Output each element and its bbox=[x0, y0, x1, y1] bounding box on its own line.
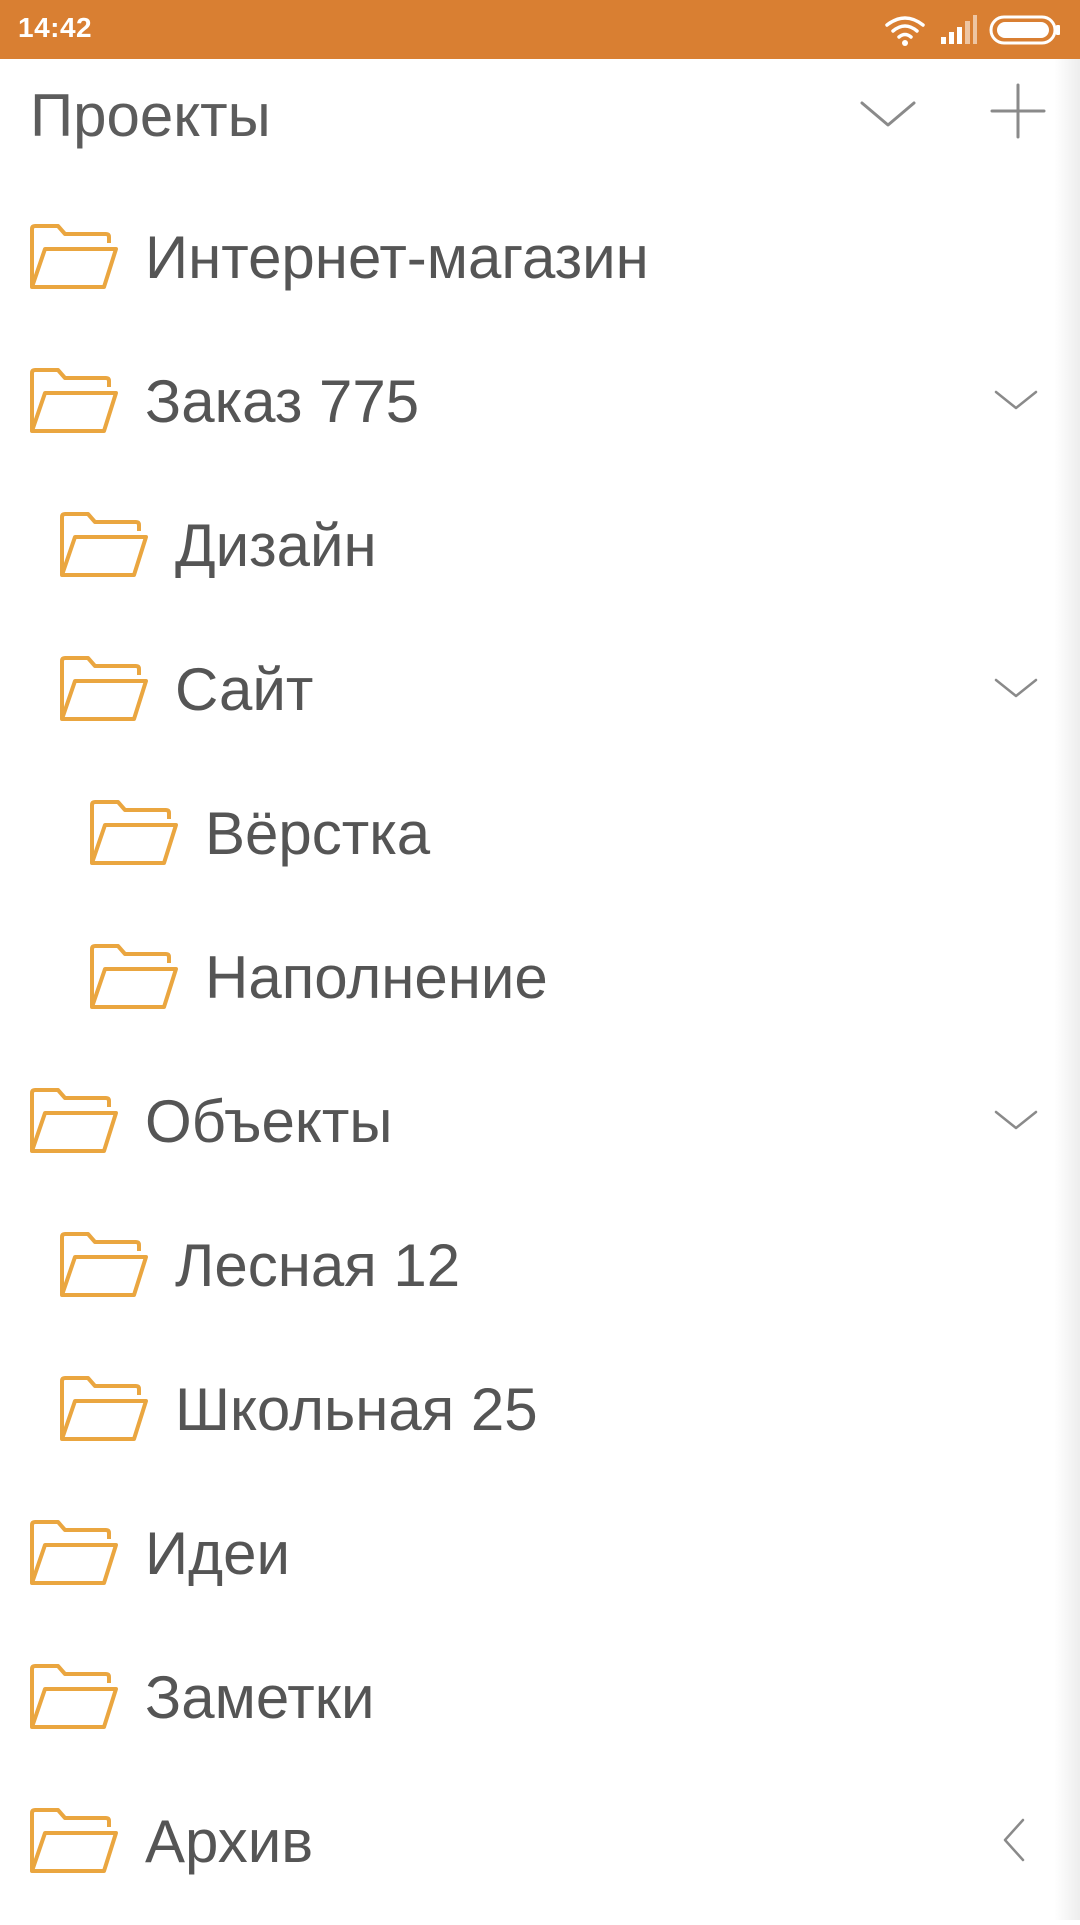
folder-label: Сайт bbox=[175, 656, 314, 723]
folder-icon bbox=[28, 1663, 118, 1731]
status-bar: 14:42 bbox=[0, 0, 1080, 59]
folder-label: Дизайн bbox=[175, 512, 377, 579]
drawer-header: Проекты bbox=[0, 59, 1080, 169]
folder-label: Заметки bbox=[145, 1664, 375, 1731]
folder-item[interactable]: Вёрстка bbox=[0, 773, 1080, 917]
folder-label: Идеи bbox=[145, 1520, 291, 1587]
folder-label: Школьная 25 bbox=[175, 1376, 538, 1443]
folder-label: Интернет-магазин bbox=[145, 224, 649, 291]
folder-item[interactable]: Наполнение bbox=[0, 917, 1080, 1061]
folder-item[interactable]: Заметки bbox=[0, 1637, 1080, 1781]
folder-icon bbox=[28, 367, 118, 435]
projects-drawer: Проекты Интернет-магазин Заказ 775 Дизайн С… bbox=[0, 59, 1080, 1920]
folder-label: Наполнение bbox=[205, 944, 548, 1011]
folder-icon bbox=[58, 655, 148, 723]
chevron-left-icon[interactable] bbox=[993, 1817, 1039, 1863]
folder-item[interactable]: Дизайн bbox=[0, 485, 1080, 629]
folder-icon bbox=[28, 1087, 118, 1155]
folder-item[interactable]: Сайт bbox=[0, 629, 1080, 773]
folder-label: Вёрстка bbox=[205, 800, 431, 867]
folder-label: Лесная 12 bbox=[175, 1232, 461, 1299]
folder-tree: Интернет-магазин Заказ 775 Дизайн Сайт Вёрст… bbox=[0, 197, 1080, 1925]
folder-label: Заказ 775 bbox=[145, 368, 420, 435]
folder-item[interactable]: Идеи bbox=[0, 1493, 1080, 1637]
chevron-down-icon[interactable] bbox=[993, 665, 1039, 711]
chevron-down-icon[interactable] bbox=[858, 83, 918, 143]
battery-icon bbox=[989, 15, 1060, 45]
folder-icon bbox=[58, 1231, 148, 1299]
chevron-down-icon[interactable] bbox=[993, 1097, 1039, 1143]
folder-icon bbox=[58, 1375, 148, 1443]
folder-icon bbox=[28, 223, 118, 291]
folder-item[interactable]: Архив bbox=[0, 1781, 1080, 1925]
folder-icon bbox=[28, 1807, 118, 1875]
chevron-down-icon[interactable] bbox=[993, 377, 1039, 423]
folder-item[interactable]: Заказ 775 bbox=[0, 341, 1080, 485]
folder-icon bbox=[58, 511, 148, 579]
folder-icon bbox=[28, 1519, 118, 1587]
status-time: 14:42 bbox=[18, 12, 93, 43]
plus-icon[interactable] bbox=[988, 81, 1048, 141]
folder-label: Объекты bbox=[145, 1088, 393, 1155]
folder-item[interactable]: Объекты bbox=[0, 1061, 1080, 1205]
page-title: Проекты bbox=[30, 82, 271, 149]
wifi-icon bbox=[885, 16, 925, 46]
folder-item[interactable]: Лесная 12 bbox=[0, 1205, 1080, 1349]
folder-icon bbox=[88, 799, 178, 867]
folder-item[interactable]: Интернет-магазин bbox=[0, 197, 1080, 341]
folder-label: Архив bbox=[145, 1808, 314, 1875]
signal-icon bbox=[941, 15, 977, 44]
folder-item[interactable]: Школьная 25 bbox=[0, 1349, 1080, 1493]
folder-icon bbox=[88, 943, 178, 1011]
